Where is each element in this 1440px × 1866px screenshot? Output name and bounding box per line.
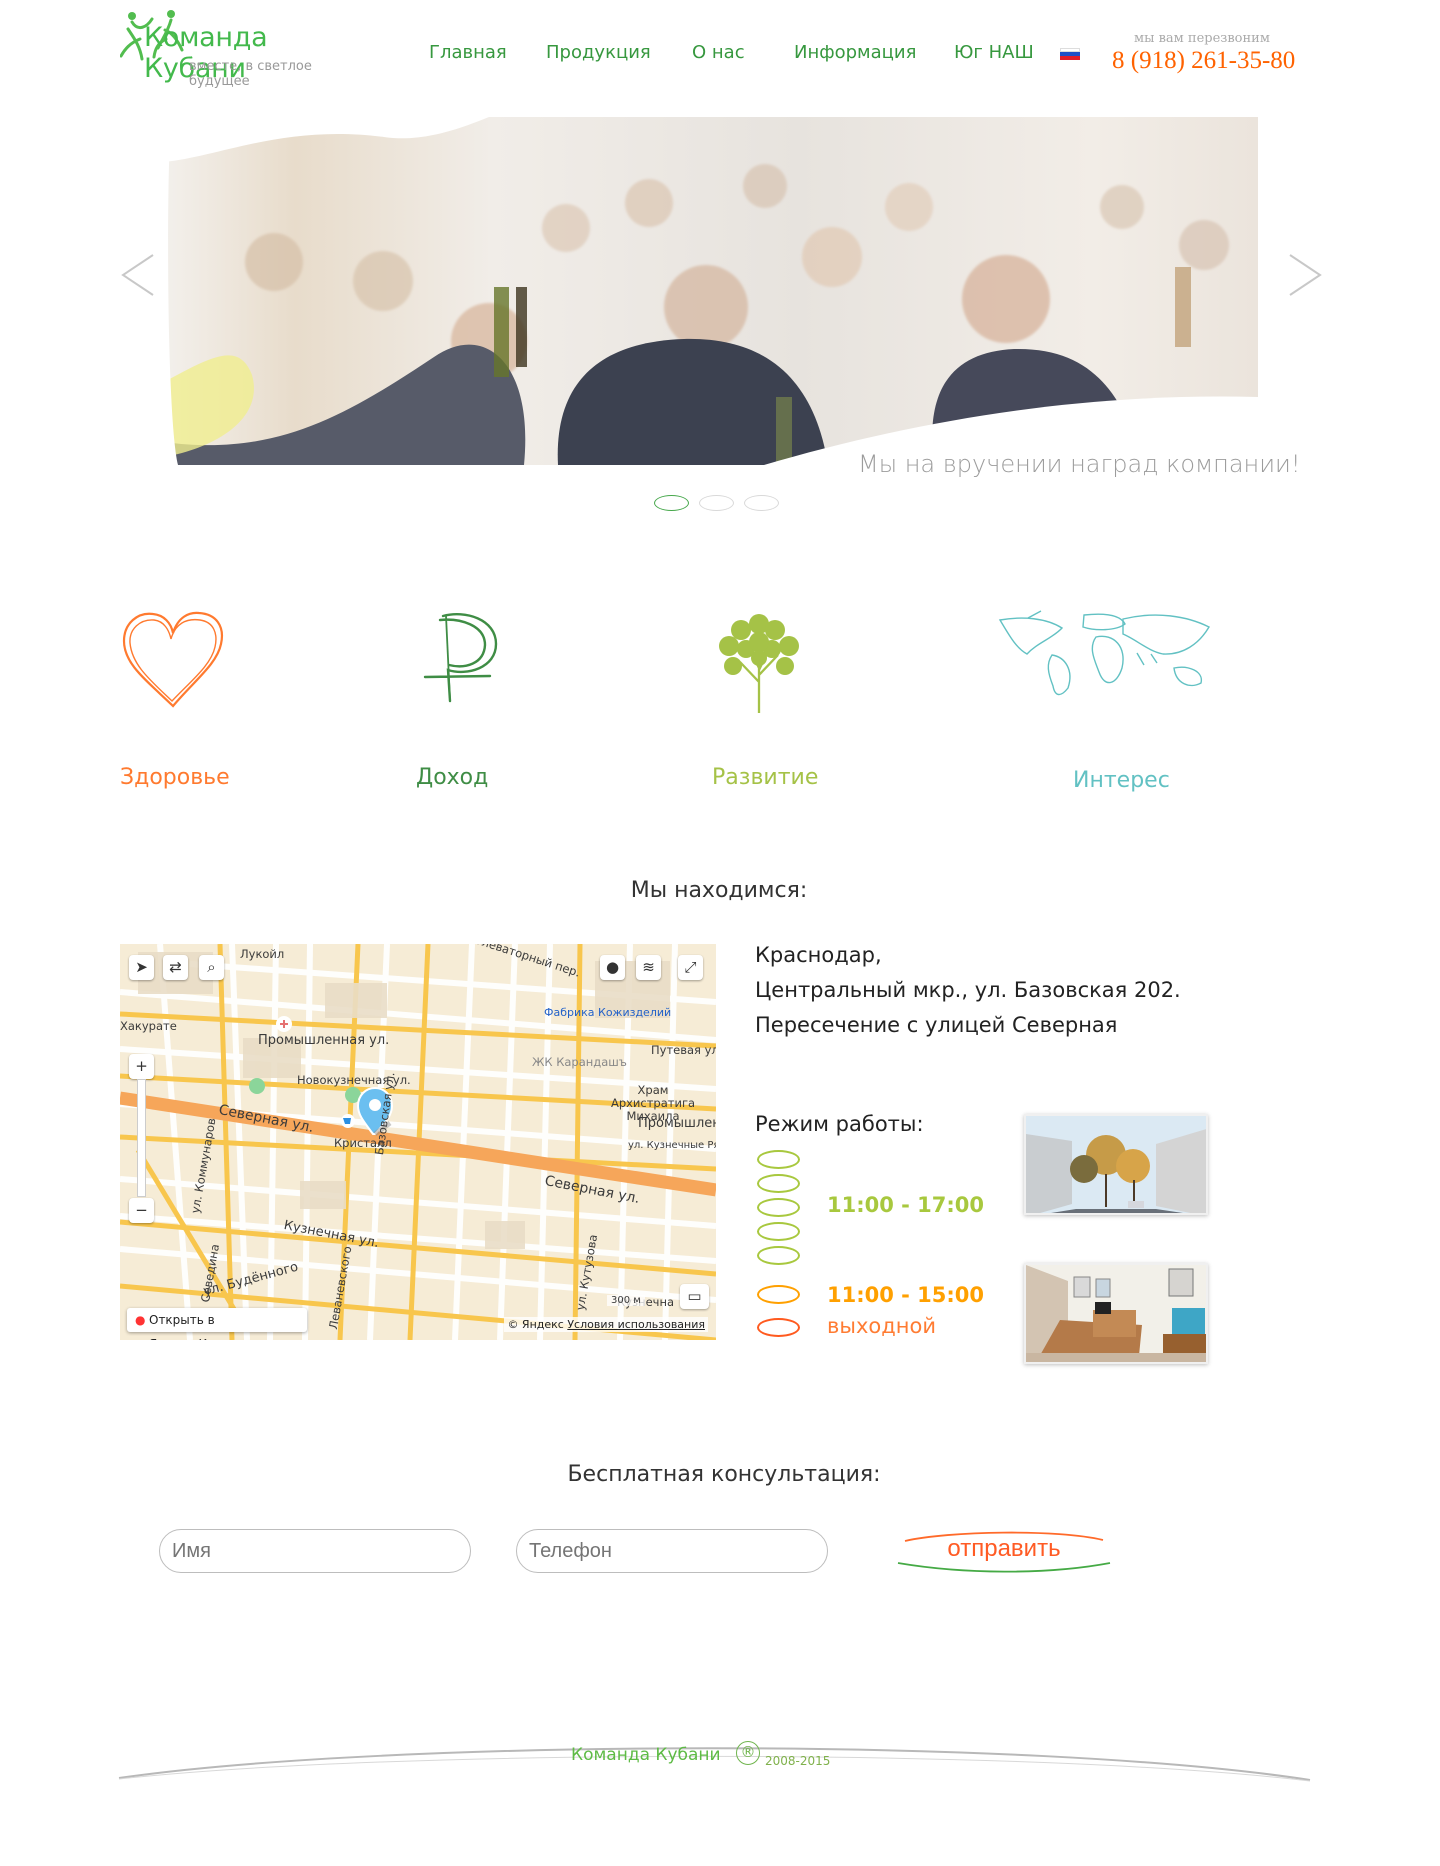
map-copyright-text: © Яндекс (507, 1318, 564, 1331)
phone-number[interactable]: 8 (918) 261-35-80 (1112, 47, 1295, 75)
map-label-putevaya: Путевая ул. (651, 1043, 716, 1057)
day-marker-5 (757, 1246, 800, 1265)
registered-mark: ® (736, 1741, 760, 1765)
zoom-out-icon[interactable]: − (129, 1198, 154, 1223)
map-scale: 300 м (607, 1295, 645, 1306)
map-search-icon[interactable]: ⌕ (199, 955, 224, 980)
tree-icon (719, 614, 799, 713)
map-pin-icon: ● (135, 1313, 146, 1327)
fullscreen-icon[interactable]: ⤢ (678, 955, 703, 980)
slide-caption: Мы на вручении наград компании! (858, 450, 1301, 478)
traffic-icon[interactable]: ● (600, 955, 625, 980)
world-map-icon (998, 610, 1210, 696)
feature-income-label: Доход (416, 765, 489, 790)
map-label-kuznechnye: ул. Кузнечные Ря (628, 1140, 716, 1151)
nav-south[interactable]: Юг НАШ (954, 42, 1034, 63)
address-street: Центральный мкр., ул. Базовская 202. (755, 978, 1181, 1002)
day-marker-sunday (757, 1318, 800, 1337)
open-map-text: Открыть в Яндекс.Картах (149, 1313, 243, 1340)
open-yandex-maps-link[interactable]: ● Открыть в Яндекс.Картах (127, 1308, 307, 1340)
route-icon[interactable]: ⇄ (163, 955, 188, 980)
slide-dot-3[interactable] (744, 495, 779, 511)
feature-development-label: Развитие (712, 765, 819, 790)
map-terms-link[interactable]: Условия использования (567, 1318, 705, 1331)
map-label-promyshlen: Промышлен (638, 1116, 716, 1131)
map-label-factory: Фабрика Кожизделий (544, 1006, 672, 1019)
nav-products[interactable]: Продукция (546, 42, 651, 63)
street-photo-graphic (1026, 1116, 1206, 1213)
office-photo-graphic (1026, 1265, 1206, 1362)
submit-button-outline (897, 1531, 1111, 1573)
location-title: Мы находимся: (630, 878, 808, 903)
weekday-hours: 11:00 - 17:00 (827, 1193, 985, 1217)
map-label-residential: ЖК Карандашъ (532, 1055, 627, 1069)
footer-logo[interactable]: Команда Кубани (571, 1745, 721, 1765)
nav-home[interactable]: Главная (429, 42, 507, 63)
map-label-khakurate: Хакурате (120, 1019, 177, 1033)
layers-icon[interactable]: ≋ (636, 955, 661, 980)
logo-tagline: вместе, в светлое будущее (189, 59, 312, 89)
phone-input[interactable] (516, 1529, 828, 1573)
yandex-map[interactable]: ➤ ⇄ ⌕ ● ≋ ⤢ + − ▭ Лукойл Хакурате Промыш… (120, 944, 716, 1340)
submit-button[interactable]: отправить (893, 1527, 1115, 1573)
name-input[interactable] (159, 1529, 471, 1573)
copyright-years: 2008-2015 (765, 1754, 831, 1768)
heart-icon (122, 611, 223, 708)
day-marker-saturday (757, 1285, 800, 1304)
geolocation-icon[interactable]: ➤ (129, 955, 154, 980)
saturday-hours: 11:00 - 15:00 (827, 1283, 985, 1307)
audience-illustration (164, 117, 1258, 465)
consultation-title: Бесплатная консультация: (567, 1462, 881, 1487)
ruble-icon (423, 613, 498, 703)
working-hours-title: Режим работы: (755, 1112, 924, 1136)
page: Команда Кубани вместе, в светлое будущее… (0, 0, 1440, 1866)
photo-slider (164, 117, 1258, 465)
previous-slide-arrow-icon[interactable] (121, 253, 155, 297)
day-marker-3 (757, 1198, 800, 1217)
map-label-lukoil: Лукойл (240, 947, 285, 961)
address-city: Краснодар, (755, 943, 882, 967)
nav-about[interactable]: О нас (692, 42, 745, 63)
zoom-in-icon[interactable]: + (129, 1054, 154, 1079)
day-marker-2 (757, 1174, 800, 1193)
slide-dot-1[interactable] (654, 495, 689, 511)
address-crossing: Пересечение с улицей Северная (755, 1013, 1118, 1037)
map-label-promyshlennaya: Промышленная ул. (258, 1033, 390, 1048)
russian-flag-icon[interactable] (1060, 48, 1080, 60)
feature-health-label: Здоровье (120, 765, 230, 790)
logo[interactable]: Команда Кубани вместе, в светлое будущее (120, 4, 370, 89)
map-copyright: © Яндекс Условия использования (504, 1317, 708, 1332)
ruler-icon[interactable]: ▭ (680, 1284, 709, 1309)
slider-dots (654, 495, 779, 511)
slide-dot-2[interactable] (699, 495, 734, 511)
office-photo (1024, 1263, 1208, 1364)
sunday-hours: выходной (827, 1314, 936, 1338)
day-marker-4 (757, 1222, 800, 1241)
day-marker-1 (757, 1150, 800, 1169)
address: Краснодар, Центральный мкр., ул. Базовск… (755, 938, 1181, 1043)
feature-interest-label: Интерес (1073, 768, 1170, 793)
callback-text: мы вам перезвоним (1134, 31, 1270, 46)
zoom-slider[interactable] (137, 1079, 146, 1197)
next-slide-arrow-icon[interactable] (1288, 253, 1322, 297)
nav-information[interactable]: Информация (794, 42, 916, 63)
street-photo (1024, 1114, 1208, 1215)
